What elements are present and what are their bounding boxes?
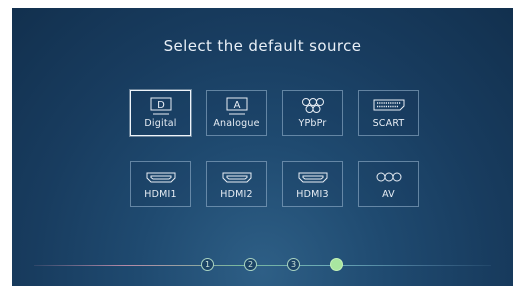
source-label-hdmi3: HDMI3 [296, 189, 329, 200]
progress-track [34, 265, 491, 266]
digital-d-icon: D [131, 97, 190, 117]
hdmi-connector-icon [131, 168, 190, 188]
svg-text:A: A [233, 100, 240, 111]
source-label-ypbpr: YPbPr [298, 118, 327, 129]
step-indicator-2: 2 [244, 258, 257, 271]
source-label-av: AV [382, 189, 395, 200]
step-indicator-1: 1 [201, 258, 214, 271]
step-indicator-3: 3 [287, 258, 300, 271]
source-label-analogue: Analogue [213, 118, 260, 129]
hdmi-connector-icon [207, 168, 266, 188]
source-tile-analogue[interactable]: A Analogue [206, 90, 267, 136]
source-tile-ypbpr[interactable]: YPbPr [282, 90, 343, 136]
av-connector-icon [359, 168, 418, 188]
page-title: Select the default source [163, 37, 362, 55]
source-tile-digital[interactable]: D Digital [130, 90, 191, 136]
source-tile-av[interactable]: AV [358, 161, 419, 207]
analogue-a-icon: A [207, 97, 266, 117]
source-label-hdmi1: HDMI1 [144, 189, 177, 200]
source-tile-hdmi1[interactable]: HDMI1 [130, 161, 191, 207]
source-label-digital: Digital [144, 118, 177, 129]
hdmi-connector-icon [283, 168, 342, 188]
scart-connector-icon [359, 97, 418, 117]
step-indicator-4: 4 [330, 258, 343, 271]
source-tile-hdmi2[interactable]: HDMI2 [206, 161, 267, 207]
source-tile-hdmi3[interactable]: HDMI3 [282, 161, 343, 207]
source-tile-scart[interactable]: SCART [358, 90, 419, 136]
setup-screen: Select the default source D Digital A An… [12, 8, 513, 286]
component-connector-icon [283, 97, 342, 117]
source-label-scart: SCART [372, 118, 405, 129]
svg-text:D: D [157, 100, 165, 111]
source-label-hdmi2: HDMI2 [220, 189, 253, 200]
